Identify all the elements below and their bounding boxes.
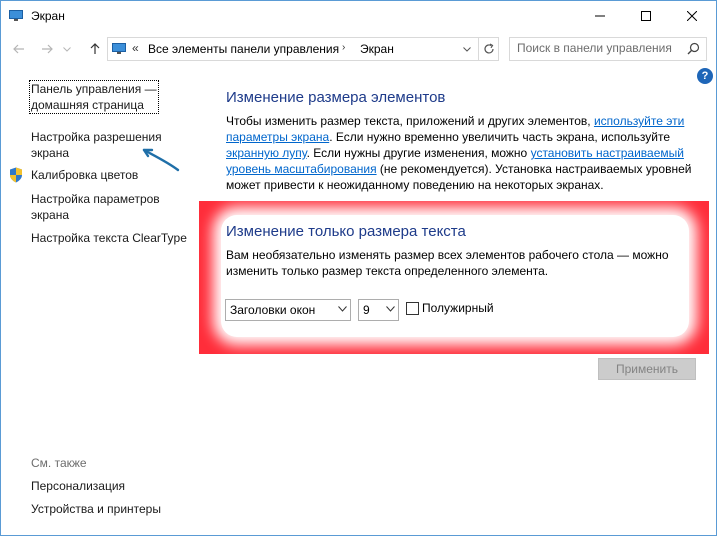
- size-select[interactable]: 9: [358, 299, 399, 321]
- apply-button[interactable]: Применить: [598, 358, 696, 380]
- refresh-button[interactable]: [478, 38, 499, 60]
- breadcrumb-display[interactable]: Экран: [360, 42, 394, 56]
- breadcrumb-overflow[interactable]: «: [132, 41, 139, 55]
- sidebar-item-personalization[interactable]: Персонализация: [31, 478, 125, 494]
- minimize-button[interactable]: [577, 1, 623, 31]
- close-button[interactable]: [669, 1, 715, 31]
- sidebar-item-devices-printers[interactable]: Устройства и принтеры: [31, 501, 161, 517]
- control-panel-window: Экран « Все элементы панели управления ›…: [0, 0, 717, 536]
- address-bar[interactable]: « Все элементы панели управления › Экран: [107, 37, 499, 61]
- sidebar-item-home[interactable]: Панель управления — домашняя страница: [29, 80, 159, 114]
- description-text: Чтобы изменить размер текста, приложений…: [226, 114, 692, 192]
- forward-button[interactable]: [37, 37, 57, 61]
- see-also-label: См. также: [31, 456, 87, 470]
- up-button[interactable]: [85, 37, 105, 61]
- bold-checkbox[interactable]: [406, 302, 419, 315]
- breadcrumb-all-items[interactable]: Все элементы панели управления: [148, 42, 339, 56]
- annotation-arrow-icon: [142, 148, 180, 172]
- text-size-heading: Изменение только размера текста: [226, 223, 466, 240]
- refresh-icon: [484, 43, 494, 54]
- close-icon: [687, 11, 697, 21]
- sidebar-item-cleartype[interactable]: Настройка текста ClearType: [31, 230, 187, 246]
- chevron-down-icon: [386, 306, 395, 312]
- sidebar-item-calibrate[interactable]: Калибровка цветов: [31, 167, 138, 183]
- search-input[interactable]: [510, 38, 687, 58]
- back-button[interactable]: [9, 37, 29, 61]
- help-button[interactable]: ?: [697, 68, 713, 84]
- window-title: Экран: [31, 9, 65, 23]
- text-size-description: Вам необязательно изменять размер всех э…: [226, 248, 669, 278]
- navigation-bar: « Все элементы панели управления › Экран: [1, 37, 716, 61]
- control-panel-icon: [112, 43, 126, 54]
- size-select-value: 9: [363, 303, 370, 317]
- page-title: Изменение размера элементов: [226, 89, 446, 106]
- uac-shield-icon: [10, 167, 22, 183]
- back-arrow-icon: [13, 44, 24, 54]
- address-history-button[interactable]: [458, 38, 476, 60]
- sidebar-item-display-settings[interactable]: Настройка параметров экрана: [31, 191, 160, 223]
- search-box[interactable]: [509, 37, 707, 61]
- chevron-down-icon: [463, 46, 471, 52]
- element-select[interactable]: Заголовки окон: [225, 299, 351, 321]
- recent-locations-button[interactable]: [57, 37, 77, 61]
- maximize-icon: [641, 11, 651, 21]
- forward-arrow-icon: [42, 44, 53, 54]
- chevron-down-icon: [63, 46, 71, 52]
- link-magnifier[interactable]: экранную лупу: [226, 146, 307, 160]
- maximize-button[interactable]: [623, 1, 669, 31]
- up-arrow-icon: [90, 43, 100, 54]
- breadcrumb-separator[interactable]: ›: [342, 42, 345, 53]
- chevron-down-icon: [338, 306, 347, 312]
- search-icon[interactable]: [687, 42, 700, 55]
- element-select-value: Заголовки окон: [230, 303, 316, 317]
- bold-label[interactable]: Полужирный: [422, 301, 494, 315]
- minimize-icon: [595, 15, 605, 17]
- display-app-icon: [9, 10, 23, 21]
- title-bar[interactable]: Экран: [1, 1, 716, 32]
